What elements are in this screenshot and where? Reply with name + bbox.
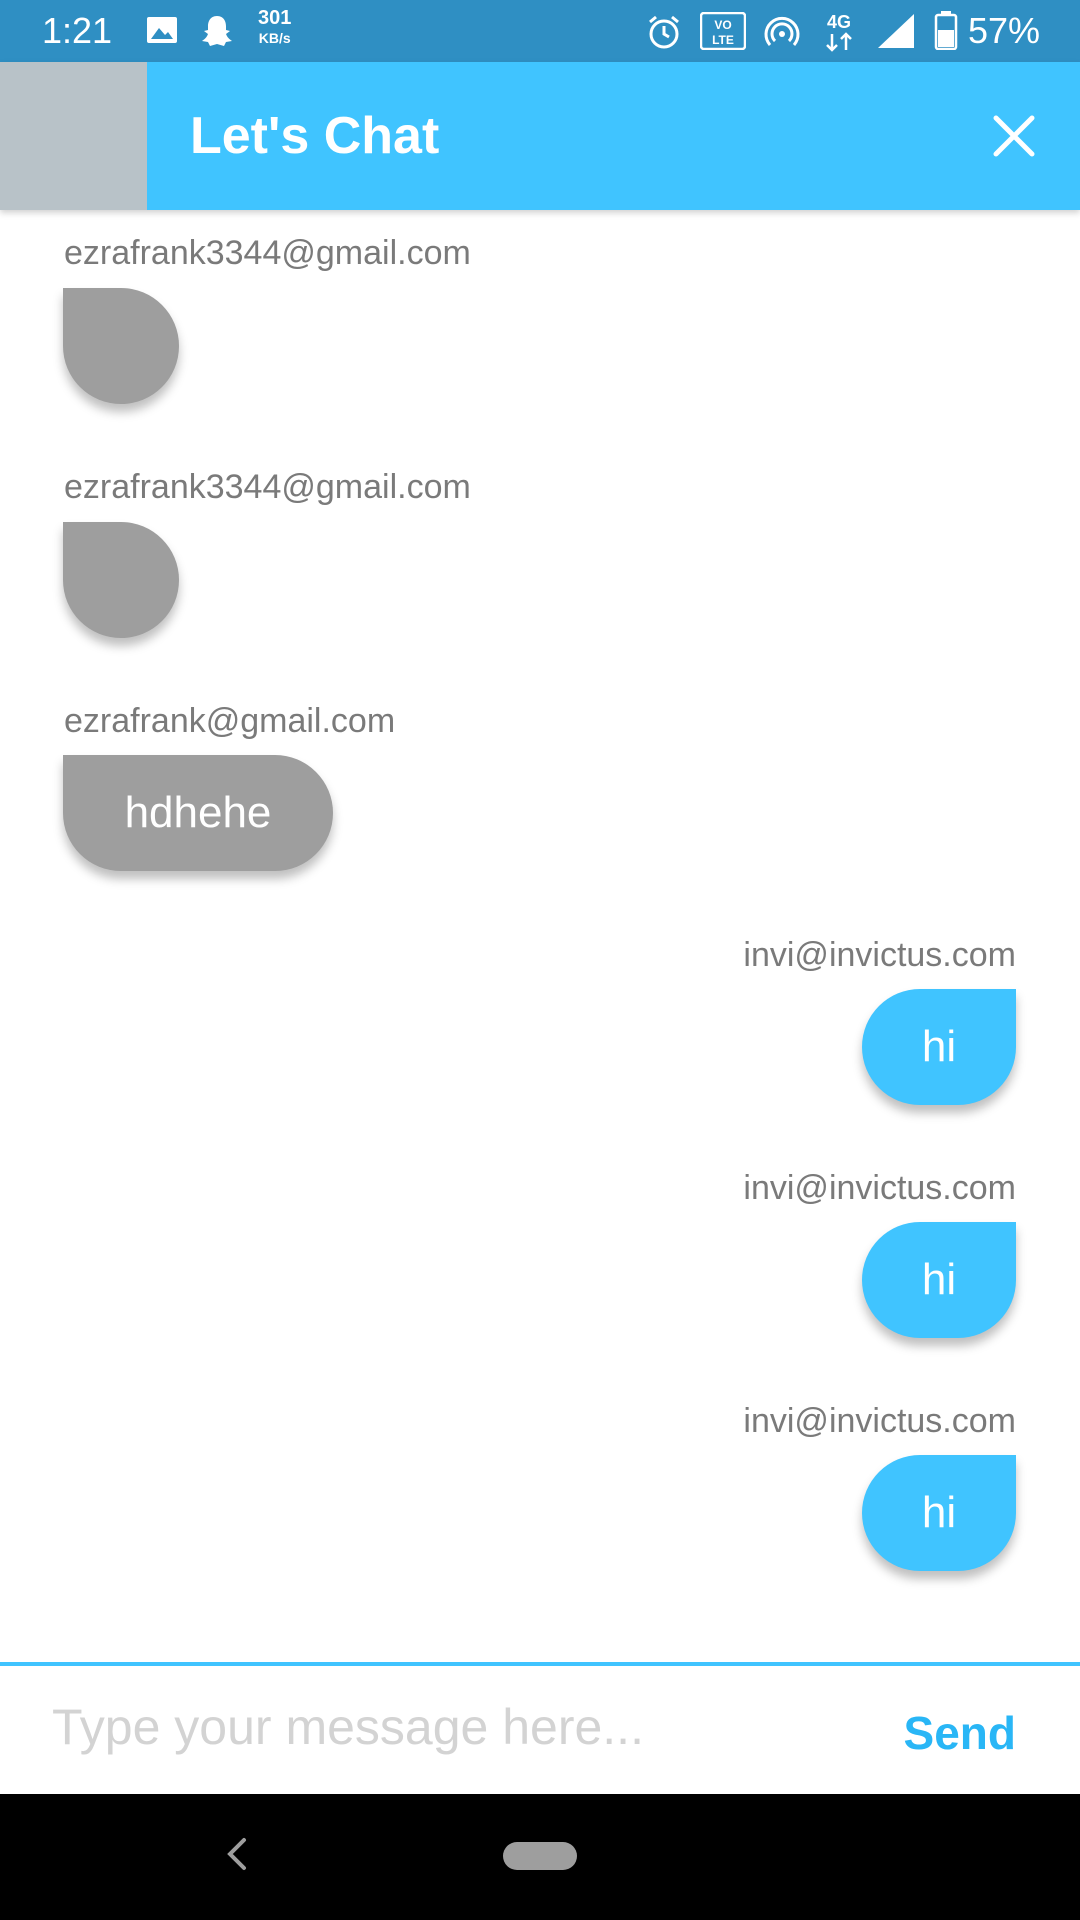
message-sender: ezrafrank@gmail.com: [64, 702, 396, 740]
message-sender: invi@invictus.com: [743, 1402, 1016, 1440]
message-composer: Send: [0, 1666, 1080, 1794]
message-item: ezrafrank3344@gmail.com: [64, 468, 471, 507]
message-list[interactable]: ezrafrank3344@gmail.com ezrafrank3344@gm…: [0, 210, 1080, 1664]
image-icon: [147, 17, 177, 43]
message-item: ezrafrank@gmail.com: [64, 702, 395, 741]
svg-text:LTE: LTE: [712, 33, 734, 47]
message-input[interactable]: [50, 1686, 834, 1768]
4g-icon: 4G: [826, 12, 852, 52]
message-bubble[interactable]: hi: [862, 989, 1016, 1105]
speed-unit: KB/s: [258, 30, 291, 46]
message-sender: invi@invictus.com: [743, 936, 1016, 974]
svg-text:VO: VO: [714, 18, 731, 32]
alarm-icon: [649, 15, 679, 49]
message-item: invi@invictus.com: [743, 1169, 1016, 1208]
status-bar: 1:21 301 KB/s VO LTE 4G 57%: [0, 0, 1080, 62]
app-bar: Let's Chat: [0, 62, 1080, 210]
status-time: 1:21: [42, 10, 113, 51]
message-sender: invi@invictus.com: [743, 1169, 1016, 1207]
close-icon[interactable]: [984, 106, 1044, 166]
message-bubble[interactable]: [63, 288, 179, 404]
message-item: invi@invictus.com: [743, 1402, 1016, 1441]
message-bubble[interactable]: hi: [862, 1455, 1016, 1571]
system-nav-bar: [0, 1794, 1080, 1920]
message-item: ezrafrank3344@gmail.com: [64, 234, 471, 273]
back-icon[interactable]: [218, 1834, 258, 1874]
hotspot-icon: [764, 16, 800, 46]
network-speed: 301 KB/s: [258, 8, 291, 48]
message-item: invi@invictus.com: [743, 936, 1016, 975]
page-title: Let's Chat: [190, 107, 440, 165]
avatar[interactable]: [0, 62, 147, 210]
snapchat-icon: [202, 16, 232, 46]
signal-icon: [878, 14, 914, 48]
message-sender: ezrafrank3344@gmail.com: [64, 468, 471, 506]
battery-percent: 57%: [967, 10, 1040, 51]
send-button[interactable]: Send: [904, 1706, 1016, 1760]
svg-text:4G: 4G: [827, 12, 851, 32]
home-pill[interactable]: [503, 1842, 577, 1870]
speed-value: 301: [258, 7, 292, 29]
message-bubble[interactable]: hdhehe: [63, 755, 333, 871]
message-bubble[interactable]: hi: [862, 1222, 1016, 1338]
volte-icon: VO LTE: [700, 12, 746, 50]
battery-icon: [934, 11, 958, 50]
message-bubble[interactable]: [63, 522, 179, 638]
message-sender: ezrafrank3344@gmail.com: [64, 234, 471, 272]
